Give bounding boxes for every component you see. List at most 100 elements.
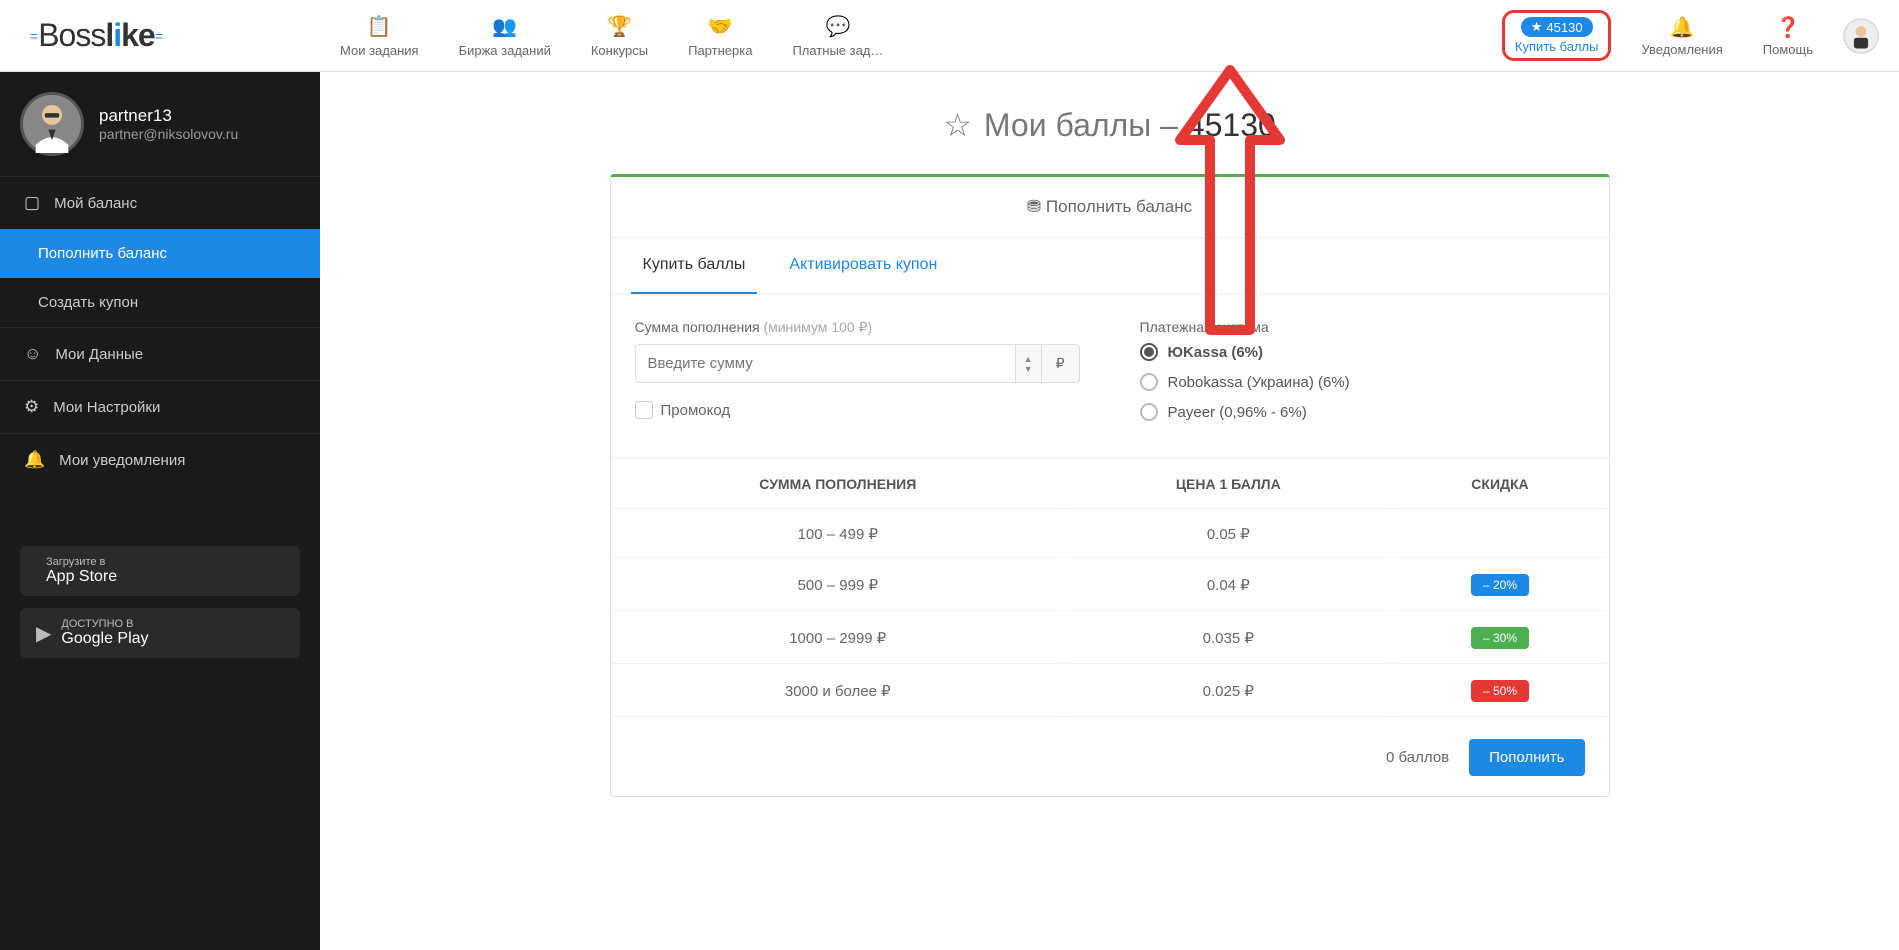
logo[interactable]: = Bosslike = xyxy=(0,17,320,54)
discount-badge: – 20% xyxy=(1471,574,1529,596)
amount-label: Сумма пополнения (минимум 100 ₽) xyxy=(635,319,1080,336)
points-value: 45130 xyxy=(1546,20,1582,35)
sidebar-item-create-coupon[interactable]: Создать купон xyxy=(0,278,320,327)
points-badge: ★ 45130 xyxy=(1521,17,1593,37)
tabs: Купить баллы Активировать купон xyxy=(611,238,1609,295)
chat-money-icon: 💬 xyxy=(825,14,850,39)
payment-label: Payeer (0,96% - 6%) xyxy=(1168,404,1307,421)
pricing-table: СУММА ПОПОЛНЕНИЯ ЦЕНА 1 БАЛЛА СКИДКА 100… xyxy=(611,458,1609,719)
title-value: 45130 xyxy=(1187,107,1276,144)
cell-amount: 1000 – 2999 ₽ xyxy=(613,613,1064,664)
table-row: 100 – 499 ₽ 0.05 ₽ xyxy=(613,511,1607,558)
card-header: ⛃ Пополнить баланс xyxy=(611,177,1609,238)
sidebar-item-notifications[interactable]: 🔔 Мои уведомления xyxy=(0,433,320,486)
cell-discount: – 50% xyxy=(1393,666,1606,717)
promo-checkbox[interactable]: Промокод xyxy=(635,401,1080,419)
store-hint: ДОСТУПНО В xyxy=(61,618,148,630)
top-header: = Bosslike = 📋 Мои задания 👥 Биржа задан… xyxy=(0,0,1899,72)
sidebar-label: Мои Данные xyxy=(55,346,143,363)
user-icon: ☺ xyxy=(24,344,41,364)
appstore-badge[interactable]: Загрузите вApp Store xyxy=(20,546,300,596)
play-icon: ▶ xyxy=(36,621,51,646)
profile-block: partner13 partner@niksolovov.ru xyxy=(0,72,320,176)
profile-avatar[interactable] xyxy=(20,92,84,156)
nav-label: Партнерка xyxy=(688,43,752,58)
store-name: App Store xyxy=(46,568,117,586)
col-price: ЦЕНА 1 БАЛЛА xyxy=(1065,460,1391,509)
nav-label: Конкурсы xyxy=(591,43,648,58)
card-header-text: Пополнить баланс xyxy=(1046,197,1192,216)
star-icon: ★ xyxy=(1531,19,1543,35)
gear-icon: ⚙ xyxy=(24,397,39,417)
sidebar-item-balance[interactable]: ▢ Мой баланс xyxy=(0,176,320,229)
payment-option-payeer[interactable]: Payeer (0,96% - 6%) xyxy=(1140,403,1585,421)
nav-my-tasks[interactable]: 📋 Мои задания xyxy=(320,0,439,72)
coins-icon: ⛃ xyxy=(1027,197,1041,216)
amount-input-group: ▲▼ ₽ xyxy=(635,344,1080,383)
nav-help[interactable]: ❓ Помощь xyxy=(1743,15,1833,57)
googleplay-badge[interactable]: ▶ ДОСТУПНО ВGoogle Play xyxy=(20,608,300,658)
nav-contests[interactable]: 🏆 Конкурсы xyxy=(571,0,668,72)
currency-label: ₽ xyxy=(1042,344,1080,383)
bell-icon: 🔔 xyxy=(1670,15,1695,40)
avatar-menu[interactable] xyxy=(1843,18,1879,54)
bell-icon: 🔔 xyxy=(24,450,45,470)
clipboard-icon: 📋 xyxy=(367,14,392,39)
main-content: ☆ Мои баллы – 45130 ⛃ Пополнить баланс К… xyxy=(320,72,1899,950)
cell-discount xyxy=(1393,511,1606,558)
buy-points-label: Купить баллы xyxy=(1515,39,1599,54)
cell-amount: 500 – 999 ₽ xyxy=(613,560,1064,611)
cell-price: 0.035 ₽ xyxy=(1065,613,1391,664)
profile-name: partner13 xyxy=(99,106,238,126)
sidebar-item-my-data[interactable]: ☺ Мои Данные xyxy=(0,327,320,380)
layout: partner13 partner@niksolovov.ru ▢ Мой ба… xyxy=(0,72,1899,950)
form-section: Сумма пополнения (минимум 100 ₽) ▲▼ ₽ Пр… xyxy=(611,295,1609,458)
amount-input[interactable] xyxy=(635,344,1016,383)
cell-price: 0.04 ₽ xyxy=(1065,560,1391,611)
store-badges: Загрузите вApp Store ▶ ДОСТУПНО ВGoogle … xyxy=(0,526,320,690)
nav-paid-tasks[interactable]: 💬 Платные зад… xyxy=(772,0,903,72)
store-hint: Загрузите в xyxy=(46,556,117,568)
page-title: ☆ Мои баллы – 45130 xyxy=(360,106,1859,144)
radio-icon xyxy=(1140,373,1158,391)
topup-button[interactable]: Пополнить xyxy=(1469,739,1584,776)
question-icon: ❓ xyxy=(1775,15,1800,40)
header-right: ★ 45130 Купить баллы 🔔 Уведомления ❓ Пом… xyxy=(1502,10,1899,61)
table-row: 1000 – 2999 ₽ 0.035 ₽ – 30% xyxy=(613,613,1607,664)
points-box[interactable]: ★ 45130 Купить баллы xyxy=(1502,10,1612,61)
handshake-icon: 🤝 xyxy=(708,14,733,39)
sidebar-label: Пополнить баланс xyxy=(38,245,167,262)
payment-label: Robokassa (Украина) (6%) xyxy=(1168,374,1350,391)
wallet-icon: ▢ xyxy=(24,193,40,213)
cell-amount: 100 – 499 ₽ xyxy=(613,511,1064,558)
sidebar-item-topup[interactable]: Пополнить баланс xyxy=(0,229,320,278)
store-name: Google Play xyxy=(61,630,148,648)
cell-price: 0.05 ₽ xyxy=(1065,511,1391,558)
sidebar-label: Мои уведомления xyxy=(59,452,185,469)
table-row: 500 – 999 ₽ 0.04 ₽ – 20% xyxy=(613,560,1607,611)
tab-activate-coupon[interactable]: Активировать купон xyxy=(777,238,949,294)
tab-buy-points[interactable]: Купить баллы xyxy=(631,238,758,294)
payment-label: ЮKassa (6%) xyxy=(1168,344,1264,361)
nav-task-exchange[interactable]: 👥 Биржа заданий xyxy=(439,0,571,72)
payment-option-robokassa[interactable]: Robokassa (Украина) (6%) xyxy=(1140,373,1585,391)
amount-spinner[interactable]: ▲▼ xyxy=(1016,344,1042,383)
trophy-icon: 🏆 xyxy=(607,14,632,39)
nav-affiliate[interactable]: 🤝 Партнерка xyxy=(668,0,772,72)
main-nav: 📋 Мои задания 👥 Биржа заданий 🏆 Конкурсы… xyxy=(320,0,1502,72)
nav-label: Уведомления xyxy=(1641,42,1722,57)
discount-badge: – 30% xyxy=(1471,627,1529,649)
checkbox-icon xyxy=(635,401,653,419)
avatar-icon xyxy=(1845,20,1877,52)
content-card: ⛃ Пополнить баланс Купить баллы Активиро… xyxy=(610,174,1610,797)
sidebar-label: Мои Настройки xyxy=(53,399,160,416)
table-row: 3000 и более ₽ 0.025 ₽ – 50% xyxy=(613,666,1607,717)
sidebar-item-settings[interactable]: ⚙ Мои Настройки xyxy=(0,380,320,433)
payment-option-yukassa[interactable]: ЮKassa (6%) xyxy=(1140,343,1585,361)
cell-discount: – 20% xyxy=(1393,560,1606,611)
star-outline-icon: ☆ xyxy=(943,106,972,144)
title-text: Мои баллы – xyxy=(984,107,1178,144)
sidebar-label: Создать купон xyxy=(38,294,138,311)
nav-notifications[interactable]: 🔔 Уведомления xyxy=(1621,15,1742,57)
card-footer: 0 баллов Пополнить xyxy=(611,719,1609,796)
